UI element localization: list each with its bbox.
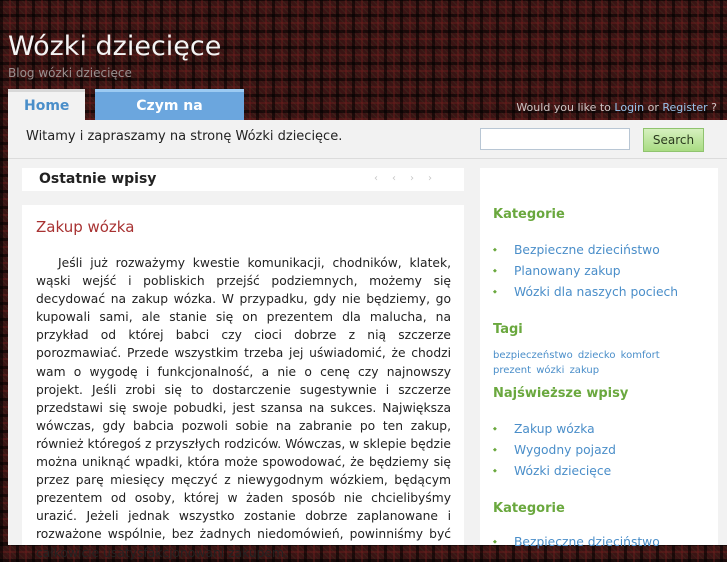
register-link[interactable]: Register [662, 101, 707, 114]
login-prompt: Would you like to Login or Register ? [516, 101, 717, 114]
next-arrow-icon[interactable]: ›› [410, 173, 446, 184]
tag-link[interactable]: wózki [536, 365, 564, 376]
login-suffix: ? [711, 101, 717, 114]
tab-home[interactable]: Home [8, 89, 85, 120]
sidebar-tag-cloud: bezpieczeństwo dziecko komfort prezent w… [493, 348, 673, 378]
recent-posts-bar: Ostatnie wpisy ‹‹›› [22, 168, 464, 191]
welcome-text: Witamy i zapraszamy na stronę Wózki dzie… [26, 129, 343, 144]
post-body: Jeśli już rozważymy kwestie komunikacji,… [36, 256, 451, 560]
sidebar-categories-list: Bezpieczne dzieciństwo Planowany zakup W… [493, 240, 678, 303]
site-description: Blog wózki dziecięce [8, 66, 132, 80]
tag-link[interactable]: komfort [621, 350, 660, 361]
sidebar-categories-title: Kategorie [493, 207, 565, 222]
sidebar-categories2-title: Kategorie [493, 501, 565, 516]
sidebar-newest-item[interactable]: Wygodny pojazd [493, 440, 616, 461]
search-input[interactable] [480, 128, 630, 150]
post: Zakup wózka Jeśli już rozważymy kwestie … [22, 205, 464, 560]
site-title[interactable]: Wózki dziecięce [8, 30, 221, 64]
search-button[interactable]: Search [643, 128, 704, 152]
sidebar-newest-item[interactable]: Zakup wózka [493, 419, 616, 440]
sidebar-tags-title: Tagi [493, 322, 523, 337]
sidebar-categories2-list: Bezpieczne dzieciństwo [493, 532, 660, 553]
recent-posts-title: Ostatnie wpisy [39, 171, 157, 187]
login-prefix: Would you like to [516, 101, 611, 114]
sidebar-category-item[interactable]: Planowany zakup [493, 261, 678, 282]
tag-link[interactable]: zakup [570, 365, 600, 376]
post-title[interactable]: Zakup wózka [36, 218, 134, 236]
prev-arrow-icon[interactable]: ‹‹ [374, 173, 410, 184]
tab-czym-na-spacer[interactable]: Czym na spacer [95, 89, 244, 143]
sidebar-category-item[interactable]: Wózki dla naszych pociech [493, 282, 678, 303]
sidebar-category-item[interactable]: Bezpieczne dzieciństwo [493, 240, 678, 261]
sidebar-newest-item[interactable]: Wózki dziecięce [493, 461, 616, 482]
tag-link[interactable]: bezpieczeństwo [493, 350, 573, 361]
sidebar-category-item[interactable]: Bezpieczne dzieciństwo [493, 532, 660, 553]
tag-link[interactable]: dziecko [578, 350, 616, 361]
sidebar: Kategorie Bezpieczne dzieciństwo Planowa… [480, 168, 718, 549]
sidebar-newest-list: Zakup wózka Wygodny pojazd Wózki dziecię… [493, 419, 616, 482]
tag-link[interactable]: prezent [493, 365, 531, 376]
recent-posts-pager: ‹‹›› [374, 173, 446, 184]
sidebar-newest-title: Najświeższe wpisy [493, 386, 629, 401]
login-or: or [647, 101, 659, 114]
header-divider [8, 158, 727, 159]
login-link[interactable]: Login [614, 101, 644, 114]
